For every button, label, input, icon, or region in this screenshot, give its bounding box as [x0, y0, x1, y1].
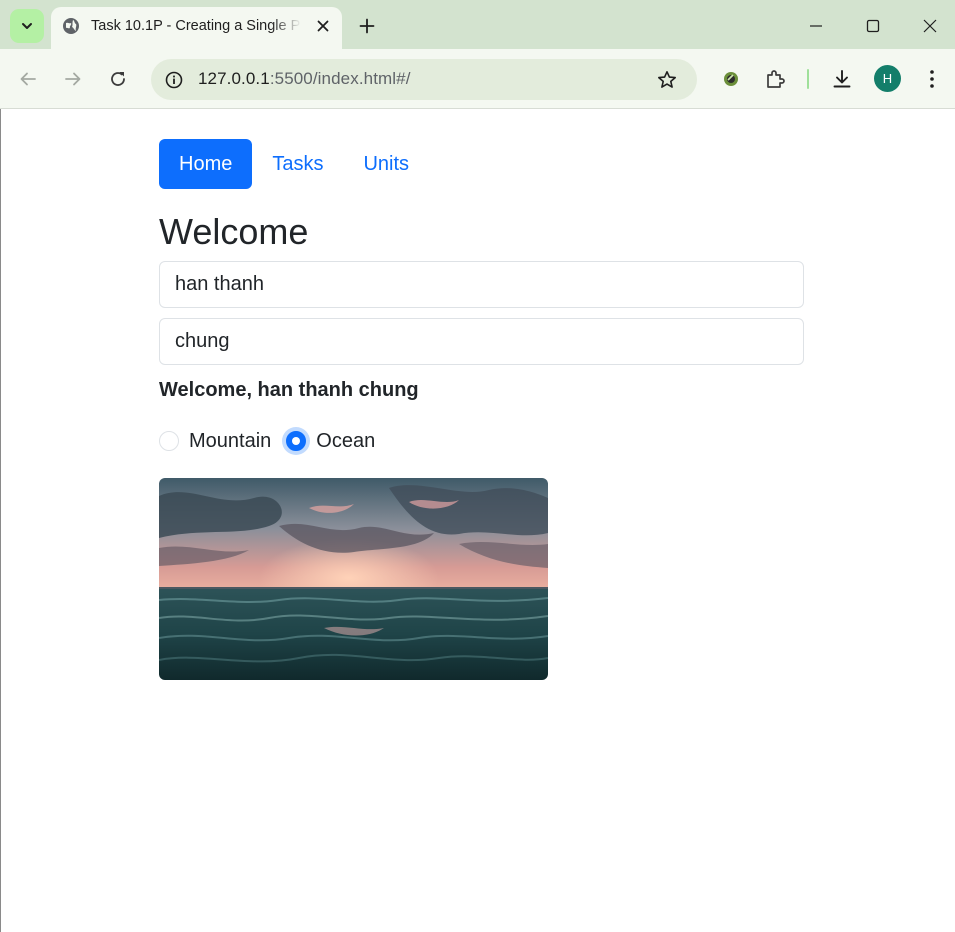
page-title: Welcome — [159, 211, 309, 252]
last-name-input[interactable] — [159, 318, 804, 365]
tab-title: Task 10.1P - Creating a Single Page Appl… — [91, 18, 301, 34]
extension-badge-icon[interactable] — [717, 65, 745, 93]
globe-icon — [63, 18, 79, 34]
profile-avatar[interactable]: H — [874, 65, 901, 92]
radio-label-mountain: Mountain — [189, 429, 272, 452]
nav-link-units[interactable]: Units — [343, 139, 429, 189]
minimize-icon[interactable] — [802, 12, 830, 40]
tab-strip: Task 10.1P - Creating a Single Page Appl… — [0, 0, 955, 49]
radio-option-mountain[interactable]: Mountain — [159, 430, 286, 453]
maximize-icon[interactable] — [859, 12, 887, 40]
site-info-icon[interactable] — [161, 67, 186, 92]
bookmark-star-icon[interactable] — [655, 68, 679, 92]
welcome-message: Welcome, han thanh chung — [159, 379, 419, 401]
address-bar[interactable]: 127.0.0.1:5500/index.html#/ — [151, 59, 697, 100]
download-icon[interactable] — [828, 65, 856, 93]
main-nav: Home Tasks Units — [159, 139, 429, 189]
url-text: 127.0.0.1:5500/index.html#/ — [198, 69, 411, 89]
browser-toolbar: 127.0.0.1:5500/index.html#/ H — [0, 49, 955, 109]
page-viewport: Home Tasks Units Welcome Welcome, han th… — [0, 109, 955, 932]
new-tab-plus-icon[interactable] — [355, 14, 379, 38]
scene-radio-group: Mountain Ocean — [159, 425, 390, 457]
more-vertical-icon[interactable] — [918, 65, 946, 93]
reload-icon[interactable] — [104, 65, 132, 93]
nav-link-home[interactable]: Home — [159, 139, 253, 189]
chevron-down-icon — [22, 23, 32, 29]
tab-search-button[interactable] — [10, 9, 44, 43]
url-path: :5500/index.html#/ — [269, 69, 411, 88]
ocean-sunset-image — [159, 478, 548, 680]
radio-button-ocean[interactable] — [286, 431, 307, 451]
extensions-puzzle-icon[interactable] — [762, 65, 790, 93]
first-name-input[interactable] — [159, 261, 804, 308]
browser-tab-active[interactable]: Task 10.1P - Creating a Single Page Appl… — [51, 7, 342, 49]
tab-close-icon[interactable] — [313, 16, 333, 36]
toolbar-separator — [807, 69, 809, 89]
radio-button-mountain[interactable] — [159, 431, 179, 451]
window-close-icon[interactable] — [916, 12, 944, 40]
nav-link-tasks[interactable]: Tasks — [252, 139, 343, 189]
forward-arrow-icon[interactable] — [59, 65, 87, 93]
url-host: 127.0.0.1 — [198, 69, 270, 88]
radio-label-ocean: Ocean — [316, 429, 376, 452]
radio-option-ocean[interactable]: Ocean — [286, 430, 390, 453]
back-arrow-icon[interactable] — [14, 65, 42, 93]
